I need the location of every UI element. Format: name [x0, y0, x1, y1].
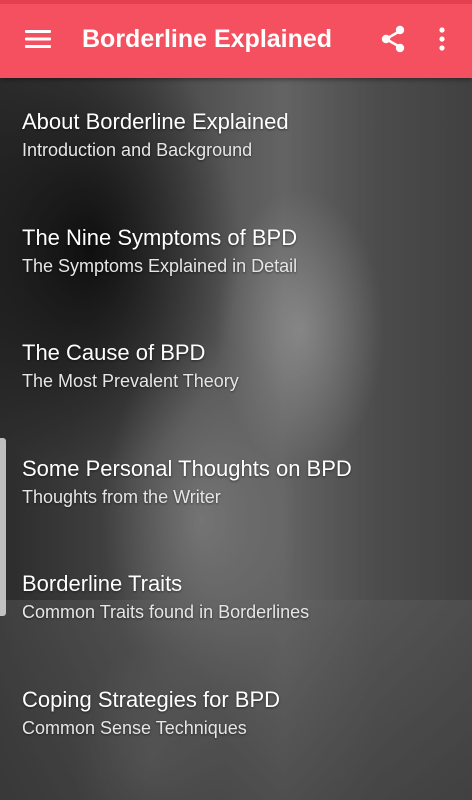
chapter-list: About Borderline Explained Introduction … [0, 78, 472, 771]
list-item-subtitle: Common Traits found in Borderlines [22, 602, 310, 622]
list-item-subtitle: Thoughts from the Writer [22, 486, 221, 507]
list-item-title: The Cause of BPD [22, 340, 206, 365]
list-item-coping[interactable]: Coping Strategies for BPD Common Sense T… [0, 656, 472, 772]
list-item-symptoms[interactable]: The Nine Symptoms of BPD The Symptoms Ex… [0, 194, 472, 310]
list-item-title: Coping Strategies for BPD [22, 686, 281, 712]
list-item-personal-thoughts[interactable]: Some Personal Thoughts on BPD Thoughts f… [0, 425, 472, 541]
list-item-title: About Borderline Explained [22, 109, 289, 134]
list-item-subtitle: Introduction and Background [22, 140, 253, 160]
list-item-subtitle: The Symptoms Explained in Detail [22, 255, 298, 276]
more-options-button[interactable] [418, 0, 466, 78]
status-strip [0, 0, 472, 4]
list-item-cause[interactable]: The Cause of BPD The Most Prevalent Theo… [0, 309, 472, 425]
share-button[interactable] [368, 0, 418, 78]
app-bar: Borderline Explained [0, 0, 472, 78]
share-icon [381, 25, 405, 53]
hamburger-menu-icon [25, 30, 51, 48]
list-item-subtitle: Common Sense Techniques [22, 717, 247, 738]
app-screen: Borderline Explained About Borderline Ex… [0, 0, 472, 800]
list-item-title: The Nine Symptoms of BPD [22, 224, 298, 250]
list-item-traits[interactable]: Borderline Traits Common Traits found in… [0, 540, 472, 656]
list-item-subtitle: The Most Prevalent Theory [22, 371, 239, 391]
list-item-about[interactable]: About Borderline Explained Introduction … [0, 78, 472, 194]
app-title: Borderline Explained [82, 24, 333, 53]
list-item-title: Some Personal Thoughts on BPD [22, 455, 352, 481]
list-item-title: Borderline Traits [22, 571, 183, 596]
menu-button[interactable] [10, 0, 66, 78]
more-vertical-icon [439, 27, 445, 51]
